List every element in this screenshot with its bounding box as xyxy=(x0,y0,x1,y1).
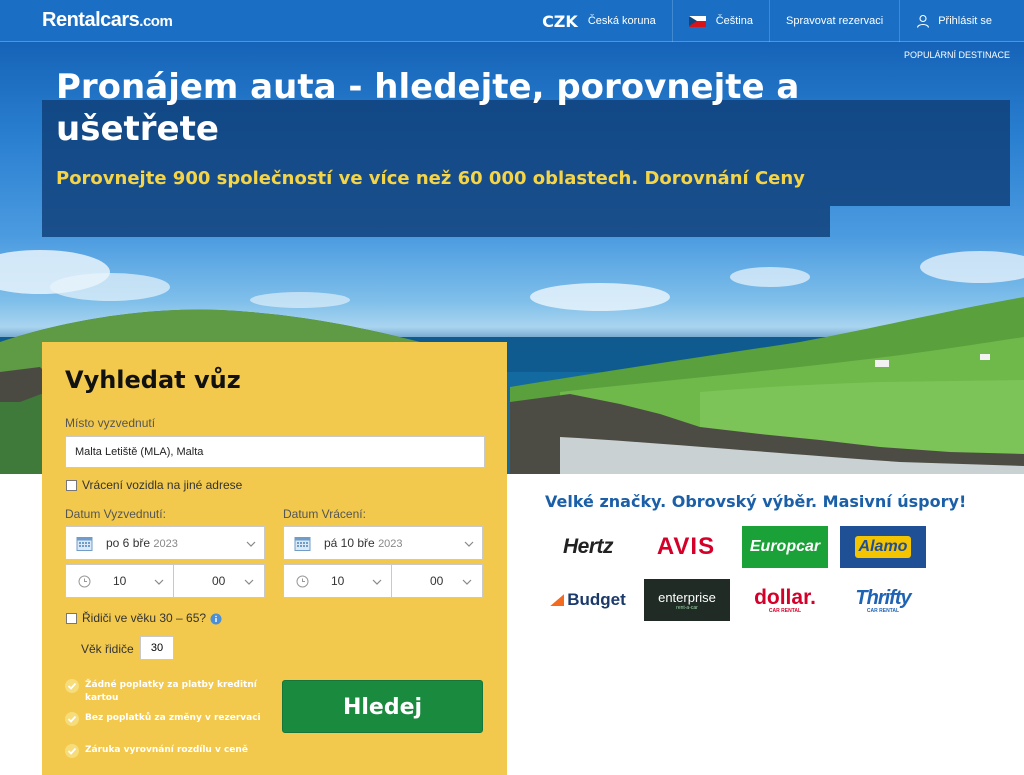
driver-age-check-label[interactable]: Řidiči ve věku 30 – 65? xyxy=(82,611,206,625)
chevron-down-icon xyxy=(244,579,254,585)
page-subheadline: Porovnejte 900 společností ve více než 6… xyxy=(56,168,805,189)
header-nav: CZK Česká koruna Čeština Spravovat rezer… xyxy=(526,0,1024,42)
return-other-location-checkbox[interactable] xyxy=(66,480,77,491)
return-hour-value: 10 xyxy=(331,574,345,588)
chevron-down-icon xyxy=(246,541,256,547)
sign-in-label: Přihlásit se xyxy=(938,15,992,27)
clock-icon xyxy=(78,575,91,588)
language-name: Čeština xyxy=(715,15,753,27)
pickup-date-label: Datum Vyzvednutí: xyxy=(65,507,166,521)
enterprise-logo: enterprise rent-a-car xyxy=(644,579,730,621)
return-date-label: Datum Vrácení: xyxy=(283,507,366,521)
alamo-logo: Alamo xyxy=(840,526,926,568)
currency-selector[interactable]: CZK Česká koruna xyxy=(526,0,672,42)
user-icon xyxy=(917,14,930,28)
calendar-icon xyxy=(76,537,93,551)
currency-name: Česká koruna xyxy=(587,15,656,27)
benefit-item: Bez poplatků za změny v rezervaci xyxy=(65,712,270,726)
chevron-down-icon xyxy=(464,541,474,547)
benefit-text: Žádné poplatky za platby kreditní kartou xyxy=(85,680,257,703)
driver-age-label: Věk řidiče xyxy=(81,642,134,656)
chevron-down-icon xyxy=(462,579,472,585)
chevron-down-icon xyxy=(372,579,382,585)
pickup-hour-select[interactable]: 10 xyxy=(65,564,174,598)
chevron-down-icon xyxy=(154,579,164,585)
popular-destinations-link[interactable]: POPULÁRNÍ DESTINACE xyxy=(904,50,1010,60)
calendar-icon xyxy=(294,537,311,551)
search-panel: Vyhledat vůz Místo vyzvednutí Malta Leti… xyxy=(42,342,507,775)
pickup-minute-value: 00 xyxy=(212,574,226,588)
driver-age-input[interactable]: 30 xyxy=(140,636,174,660)
top-navigation-bar: Rentalcars.com CZK Česká koruna Čeština … xyxy=(0,0,1024,42)
currency-code: CZK xyxy=(542,11,578,31)
checkmark-icon xyxy=(65,679,79,693)
logo-text: Rentalcars xyxy=(42,9,140,31)
pickup-date-select[interactable]: po 6 bře 2023 xyxy=(65,526,265,560)
pickup-location-label: Místo vyzvednutí xyxy=(65,416,156,430)
pickup-location-input[interactable]: Malta Letiště (MLA), Malta xyxy=(65,436,485,468)
avis-logo: AVIS xyxy=(656,533,716,560)
return-minute-value: 00 xyxy=(430,574,444,588)
return-hour-select[interactable]: 10 xyxy=(283,564,392,598)
sign-in-link[interactable]: Přihlásit se xyxy=(899,0,1024,42)
benefit-item: Žádné poplatky za platby kreditní kartou xyxy=(65,679,270,705)
manage-booking-link[interactable]: Spravovat rezervaci xyxy=(768,0,899,42)
manage-booking-label: Spravovat rezervaci xyxy=(785,15,884,27)
page-headline: Pronájem auta - hledejte, porovnejte a u… xyxy=(56,67,800,149)
language-selector[interactable]: Čeština xyxy=(671,0,769,42)
dollar-logo: dollar. CAR RENTAL xyxy=(754,586,816,614)
rentalcars-logo[interactable]: Rentalcars.com xyxy=(42,9,173,32)
thrifty-logo: Thrifty CAR RENTAL xyxy=(855,586,911,614)
benefit-text: Záruka vyrovnání rozdílu v ceně xyxy=(85,745,248,755)
brands-title: Velké značky. Obrovský výběr. Masivní ús… xyxy=(545,492,967,511)
checkmark-icon xyxy=(65,712,79,726)
return-date-select[interactable]: pá 10 bře 2023 xyxy=(283,526,483,560)
pickup-minute-select[interactable]: 00 xyxy=(173,564,265,598)
return-year: 2023 xyxy=(378,538,403,550)
checkmark-icon xyxy=(65,744,79,758)
clock-icon xyxy=(296,575,309,588)
europcar-logo: Europcar xyxy=(742,526,828,568)
info-icon[interactable] xyxy=(210,613,222,625)
benefit-text: Bez poplatků za změny v rezervaci xyxy=(85,713,261,723)
search-panel-title: Vyhledat vůz xyxy=(65,366,241,394)
hertz-logo: Hertz xyxy=(562,535,614,558)
logo-suffix: .com xyxy=(139,13,173,30)
pickup-hour-value: 10 xyxy=(113,574,127,588)
driver-age-checkbox[interactable] xyxy=(66,613,77,624)
benefit-item: Záruka vyrovnání rozdílu v ceně xyxy=(65,744,270,758)
subline-background xyxy=(42,206,830,237)
czech-flag-icon xyxy=(688,15,706,27)
budget-logo: Budget xyxy=(545,579,631,621)
return-date-value: pá 10 bře xyxy=(324,536,375,550)
pickup-date-value: po 6 bře xyxy=(106,536,151,550)
search-button[interactable]: Hledej xyxy=(282,680,483,733)
pickup-year: 2023 xyxy=(153,538,178,550)
return-other-location-label[interactable]: Vrácení vozidla na jiné adrese xyxy=(82,478,242,492)
return-minute-select[interactable]: 00 xyxy=(391,564,483,598)
